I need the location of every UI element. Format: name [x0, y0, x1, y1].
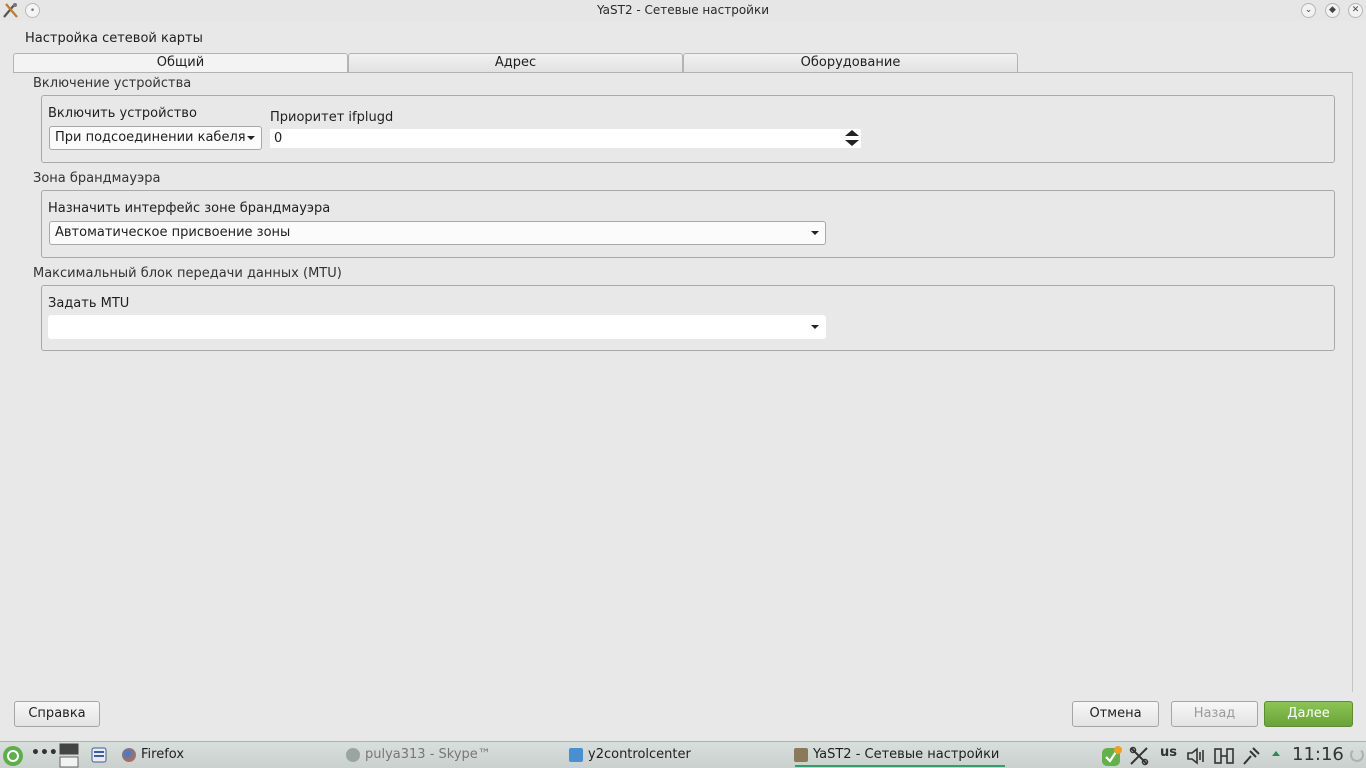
- mtu-set-label: Задать MTU: [48, 296, 130, 311]
- close-icon[interactable]: ✕: [1348, 3, 1363, 18]
- application-launcher-icon[interactable]: [2, 745, 24, 767]
- maximize-icon[interactable]: ◆: [1325, 3, 1340, 18]
- volume-icon[interactable]: [1186, 746, 1206, 766]
- next-button[interactable]: Далее: [1264, 701, 1353, 727]
- chevron-down-icon: [811, 231, 819, 235]
- mtu-title: Максимальный блок передачи данных (MTU): [33, 266, 342, 281]
- task-skype-label: pulya313 - Skype™: [365, 747, 491, 762]
- tab-general-label: Общий: [156, 55, 205, 70]
- task-skype[interactable]: pulya313 - Skype™: [346, 747, 491, 762]
- tab-hardware[interactable]: Оборудование: [683, 53, 1018, 73]
- keyboard-layout-indicator[interactable]: us: [1160, 745, 1177, 760]
- network-icon[interactable]: [1213, 746, 1235, 766]
- window-titlebar: • YaST2 - Сетевые настройки ⌄ ◆ ✕: [0, 0, 1366, 21]
- yast-control-center-icon: [569, 747, 583, 762]
- help-button[interactable]: Справка: [14, 701, 100, 727]
- spin-up-icon[interactable]: [845, 130, 859, 136]
- task-yast-network-label: YaST2 - Сетевые настройки: [813, 747, 1000, 762]
- taskbar: ••• Firefox pulya313 - Skype™ y2controlc…: [0, 741, 1366, 768]
- activate-device-value: При подсоединении кабеля: [55, 130, 246, 145]
- skype-icon: [346, 747, 360, 762]
- task-firefox-label: Firefox: [141, 747, 185, 762]
- task-firefox[interactable]: Firefox: [122, 747, 184, 762]
- task-y2controlcenter[interactable]: y2controlcenter: [569, 747, 691, 762]
- pager-icon[interactable]: [58, 743, 80, 768]
- firefox-icon: [122, 747, 136, 762]
- activate-device-label: Включить устройство: [48, 106, 197, 121]
- minimize-icon[interactable]: ⌄: [1301, 3, 1316, 18]
- mtu-group: Задать MTU: [41, 285, 1335, 351]
- task-yast-network[interactable]: YaST2 - Сетевые настройки: [794, 747, 999, 762]
- firewall-assign-label: Назначить интерфейс зоне брандмауэра: [48, 201, 331, 216]
- network-tools-icon[interactable]: [1128, 745, 1150, 767]
- task-y2controlcenter-label: y2controlcenter: [588, 747, 691, 762]
- device-activation-group: Включить устройство При подсоединении ка…: [41, 95, 1335, 163]
- ifplugd-priority-label: Приоритет ifplugd: [270, 110, 394, 125]
- updater-icon[interactable]: [1101, 745, 1123, 767]
- refresh-icon[interactable]: [1350, 748, 1364, 762]
- tab-bar: Общий Адрес Оборудование: [13, 53, 1018, 73]
- power-plug-icon[interactable]: [1241, 746, 1261, 766]
- back-button[interactable]: Назад: [1171, 701, 1258, 727]
- tab-pane: [13, 72, 1353, 692]
- firewall-zone-combo[interactable]: Автоматическое присвоение зоны: [49, 221, 826, 245]
- ifplugd-priority-value: 0: [274, 131, 283, 146]
- clock[interactable]: 11:16: [1292, 744, 1344, 765]
- active-task-indicator: [795, 765, 1005, 767]
- ifplugd-priority-spinbox[interactable]: 0: [270, 129, 861, 148]
- device-activation-title: Включение устройства: [33, 76, 192, 91]
- firewall-zone-value: Автоматическое присвоение зоны: [55, 225, 291, 240]
- window-title: YaST2 - Сетевые настройки: [596, 3, 770, 17]
- tab-general[interactable]: Общий: [13, 53, 348, 73]
- chevron-down-icon: [247, 136, 255, 140]
- task-manager-icon[interactable]: [91, 747, 107, 763]
- tab-address-label: Адрес: [494, 55, 537, 70]
- cancel-button[interactable]: Отмена: [1072, 701, 1159, 727]
- mtu-combo[interactable]: [48, 315, 826, 339]
- tab-address[interactable]: Адрес: [348, 53, 683, 73]
- firewall-zone-group: Назначить интерфейс зоне брандмауэра Авт…: [41, 190, 1335, 258]
- spin-down-icon[interactable]: [845, 140, 859, 146]
- more-icon[interactable]: •••: [31, 745, 58, 761]
- tray-expand-icon[interactable]: [1272, 751, 1280, 756]
- tab-hardware-label: Оборудование: [800, 55, 901, 70]
- yast-icon: [794, 747, 808, 762]
- chevron-down-icon: [811, 325, 819, 329]
- firewall-zone-title: Зона брандмауэра: [33, 171, 161, 186]
- activate-device-combo[interactable]: При подсоединении кабеля: [49, 126, 262, 150]
- page-title: Настройка сетевой карты: [25, 31, 203, 46]
